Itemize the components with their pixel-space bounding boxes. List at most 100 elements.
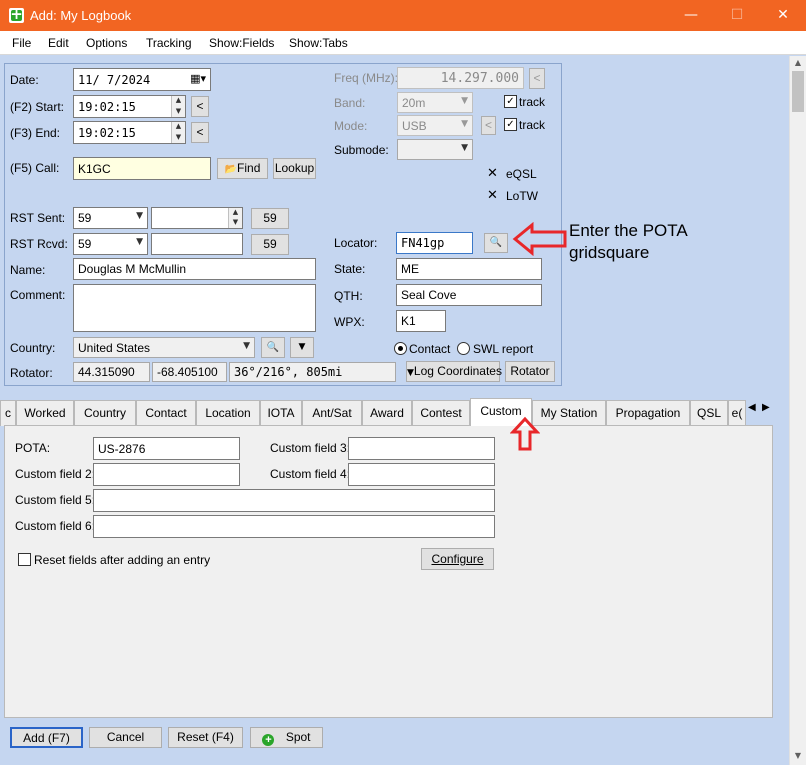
tab-my-station[interactable]: My Station: [532, 400, 606, 426]
custom-field-5-label: Custom field 5:: [15, 493, 96, 507]
custom-field-4[interactable]: [348, 463, 495, 486]
mode-track-label: track: [519, 118, 546, 132]
reset-fields-checkbox[interactable]: [18, 553, 31, 566]
reset-button[interactable]: Reset (F4): [168, 727, 243, 748]
chevron-down-icon: ▼: [407, 368, 414, 378]
scroll-up-icon[interactable]: ▲: [790, 56, 806, 70]
scroll-down-icon[interactable]: ▼: [790, 749, 806, 763]
rst-rcvd-extra-field[interactable]: [151, 233, 243, 255]
find-label: Find: [237, 161, 261, 175]
band-select: 20m ▼: [397, 92, 473, 113]
eqsl-label: eQSL: [506, 167, 537, 181]
rst-sent-extra-field[interactable]: ▲ ▼: [151, 207, 243, 229]
tab-contest[interactable]: Contest: [412, 400, 470, 426]
start-now-button[interactable]: <: [191, 96, 209, 117]
tab-partial-right[interactable]: e(: [728, 400, 746, 426]
log-coordinates-label: Log Coordinates: [413, 364, 502, 378]
end-now-button[interactable]: <: [191, 122, 209, 143]
app-icon: [9, 5, 24, 23]
country-menu-button[interactable]: ▼: [290, 337, 314, 358]
custom-field-5[interactable]: [93, 489, 495, 512]
custom-field-3-label: Custom field 3:: [270, 441, 351, 455]
country-select[interactable]: United States ▼: [73, 337, 255, 358]
rotator-button[interactable]: Rotator: [505, 361, 555, 382]
qth-label: QTH:: [334, 289, 363, 303]
tab-propagation[interactable]: Propagation: [606, 400, 690, 426]
menu-file[interactable]: File: [12, 36, 31, 50]
locator-field[interactable]: FN41gp: [396, 232, 473, 254]
tab-worked[interactable]: Worked: [16, 400, 74, 426]
pota-field[interactable]: US-2876: [93, 437, 240, 460]
mode-track-checkbox[interactable]: ✓: [504, 118, 517, 131]
log-coordinates-button[interactable]: ▼Log Coordinates: [406, 361, 502, 382]
rst-sent-select[interactable]: 59 ▼: [73, 207, 148, 229]
name-field[interactable]: Douglas M McMullin: [73, 258, 316, 280]
tab-partial-left[interactable]: c: [0, 400, 16, 426]
close-icon[interactable]: ✕: [760, 0, 806, 31]
tab-scroll-left-icon[interactable]: ◀: [748, 402, 756, 413]
add-button[interactable]: Add (F7): [10, 727, 83, 748]
start-time-field[interactable]: 19:02:15 ▲ ▼: [73, 95, 186, 118]
menu-show-fields[interactable]: Show:Fields: [209, 36, 274, 50]
tab-award[interactable]: Award: [362, 400, 412, 426]
locator-search-icon[interactable]: 🔍: [484, 233, 508, 253]
comment-field[interactable]: [73, 284, 316, 332]
menu-options[interactable]: Options: [86, 36, 127, 50]
freq-back-button: <: [529, 68, 545, 89]
mode-label: Mode:: [334, 119, 368, 133]
start-spinner[interactable]: ▲ ▼: [171, 96, 185, 117]
lookup-button[interactable]: Lookup: [273, 158, 316, 179]
country-search-icon[interactable]: 🔍: [261, 337, 285, 358]
submode-select[interactable]: ▼: [397, 139, 473, 160]
rotator-lon: -68.405100: [152, 362, 227, 382]
tab-strip: c Worked Country Contact Location IOTA A…: [0, 398, 789, 426]
chevron-down-icon: ▼: [136, 211, 143, 221]
tab-scroll-right-icon[interactable]: ▶: [762, 402, 770, 413]
wpx-field[interactable]: K1: [396, 310, 446, 332]
cancel-button[interactable]: Cancel: [89, 727, 162, 748]
tab-country[interactable]: Country: [74, 400, 136, 426]
end-spinner[interactable]: ▲ ▼: [171, 122, 185, 143]
start-time-value: 19:02:15: [78, 100, 136, 114]
rst-rcvd-select[interactable]: 59 ▼: [73, 233, 148, 255]
menu-tracking[interactable]: Tracking: [146, 36, 192, 50]
vertical-scrollbar[interactable]: ▲ ▼: [789, 56, 806, 765]
rst-rcvd-default-button[interactable]: 59: [251, 234, 289, 255]
find-button[interactable]: 📂Find: [217, 158, 268, 179]
configure-button[interactable]: Configure: [421, 548, 494, 570]
maximize-icon: ☐: [730, 7, 744, 23]
minimize-icon[interactable]: —: [668, 0, 714, 31]
date-field[interactable]: 11/ 7/2024 ▦▾: [73, 68, 211, 91]
rst-sent-spinner[interactable]: ▲ ▼: [228, 208, 242, 228]
end-time-field[interactable]: 19:02:15 ▲ ▼: [73, 121, 186, 144]
mode-back-button: <: [481, 116, 496, 135]
calendar-icon[interactable]: ▦▾: [190, 72, 206, 85]
menu-edit[interactable]: Edit: [48, 36, 69, 50]
comment-label: Comment:: [10, 288, 66, 302]
submode-label: Submode:: [334, 143, 389, 157]
state-field[interactable]: ME: [396, 258, 542, 280]
find-icon: 📂: [224, 164, 238, 175]
custom-field-2[interactable]: [93, 463, 240, 486]
tab-contact[interactable]: Contact: [136, 400, 196, 426]
tab-qsl[interactable]: QSL: [690, 400, 728, 426]
tab-location[interactable]: Location: [196, 400, 260, 426]
scroll-thumb[interactable]: [792, 71, 804, 112]
custom-field-3[interactable]: [348, 437, 495, 460]
swl-radio[interactable]: [457, 342, 470, 355]
date-label: Date:: [10, 73, 39, 87]
custom-field-2-label: Custom field 2:: [15, 467, 96, 481]
menu-bar: File Edit Options Tracking Show:Fields S…: [0, 31, 806, 55]
tab-iota[interactable]: IOTA: [260, 400, 302, 426]
qth-field[interactable]: Seal Cove: [396, 284, 542, 306]
annotation-up-arrow-icon: [510, 416, 540, 451]
call-field[interactable]: K1GC: [73, 157, 211, 180]
rst-sent-default-button[interactable]: 59: [251, 208, 289, 229]
custom-field-6[interactable]: [93, 515, 495, 538]
contact-radio[interactable]: [394, 342, 407, 355]
tab-ant-sat[interactable]: Ant/Sat: [302, 400, 362, 426]
rotator-bearing: 36°/216°, 805mi: [229, 362, 396, 382]
band-track-checkbox[interactable]: ✓: [504, 95, 517, 108]
spot-button[interactable]: + Spot: [250, 727, 323, 748]
menu-show-tabs[interactable]: Show:Tabs: [289, 36, 348, 50]
